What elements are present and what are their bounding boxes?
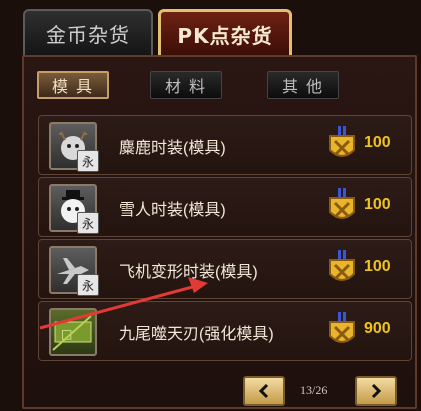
chevron-left-icon <box>258 383 269 399</box>
reindeer-outfit-icon: 永 <box>49 122 99 172</box>
item-name: 飞机变形时装(模具) <box>119 264 258 281</box>
price-value: 900 <box>364 320 391 337</box>
pk-medal-icon <box>326 188 358 226</box>
pk-medal-icon <box>326 312 358 350</box>
chevron-right-icon <box>371 383 382 399</box>
item-name: 雪人时装(模具) <box>119 202 226 219</box>
prev-page-button[interactable] <box>243 376 285 406</box>
price-value: 100 <box>364 196 391 213</box>
list-item[interactable]: 永 麋鹿时装(模具) 100 <box>38 115 412 175</box>
snowman-outfit-icon: 永 <box>49 184 99 234</box>
subtab-mold[interactable]: 模具 <box>37 71 109 99</box>
list-item[interactable]: □ 九尾噬天刃(强化模具) 900 <box>38 301 412 361</box>
item-name: 麋鹿时装(模具) <box>119 140 226 157</box>
list-item[interactable]: 永 雪人时装(模具) 100 <box>38 177 412 237</box>
airplane-transform-outfit-icon: 永 <box>49 246 99 296</box>
nine-tail-blade-mold-icon: □ <box>49 308 97 356</box>
tab-pk-shop[interactable]: PK点杂货 <box>158 9 292 59</box>
subtab-other[interactable]: 其他 <box>267 71 339 99</box>
pk-medal-icon <box>326 126 358 164</box>
price-value: 100 <box>364 258 391 275</box>
permanent-badge: 永 <box>77 274 99 296</box>
permanent-badge: 永 <box>77 212 99 234</box>
subtab-material[interactable]: 材料 <box>150 71 222 99</box>
pk-medal-icon <box>326 250 358 288</box>
tab-gold-shop[interactable]: 金币杂货 <box>23 9 153 57</box>
list-item[interactable]: 永 飞机变形时装(模具) 100 <box>38 239 412 299</box>
next-page-button[interactable] <box>355 376 397 406</box>
permanent-badge: 永 <box>77 150 99 172</box>
item-name: 九尾噬天刃(强化模具) <box>119 326 274 343</box>
price-value: 100 <box>364 134 391 151</box>
page-indicator: 13/26 <box>300 383 328 397</box>
